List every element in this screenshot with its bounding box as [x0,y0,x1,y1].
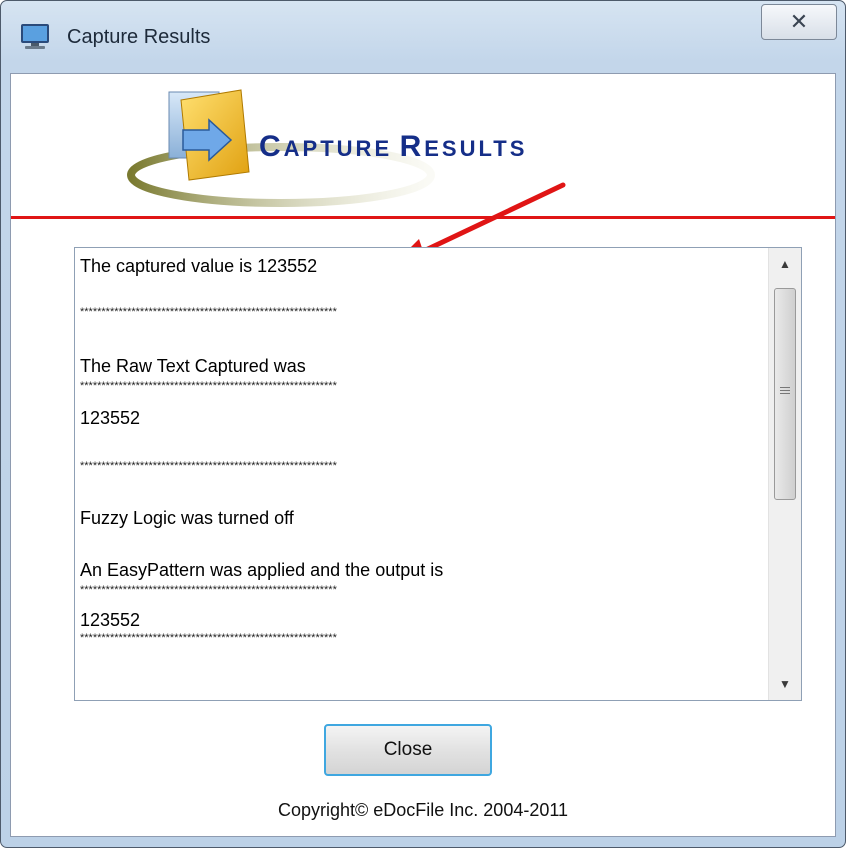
banner-title: CAPTURE RESULTS [259,130,528,163]
separator-line: ****************************************… [80,584,337,596]
copyright-text: Copyright© eDocFile Inc. 2004-2011 [277,800,569,820]
app-monitor-icon [21,24,49,49]
separator-line: ****************************************… [80,306,337,318]
result-line: 123552 [80,610,141,630]
separator-line: ****************************************… [80,632,337,644]
vertical-scrollbar[interactable]: ▲ ▼ [768,248,801,700]
result-line: 123552 [80,408,141,428]
grip-icon [780,387,790,397]
scroll-up-icon[interactable]: ▲ [769,248,801,280]
window-close-button[interactable]: ✕ [761,4,837,40]
window-title: Capture Results [67,26,211,48]
results-textbox[interactable]: The captured value is 123552 ***********… [74,247,802,701]
result-line: An EasyPattern was applied and the outpu… [80,560,444,580]
separator-line: ****************************************… [80,380,337,392]
capture-results-window: Capture Results ✕ CAPTURE RESULTS The ca… [0,0,846,848]
separator-line: ****************************************… [80,460,337,472]
result-line: Fuzzy Logic was turned off [80,508,294,528]
scrollbar-thumb[interactable] [774,288,796,500]
close-button[interactable]: Close [324,724,492,776]
dialog-body: CAPTURE RESULTS The captured value is 12… [10,73,836,837]
scroll-down-icon[interactable]: ▼ [769,668,801,700]
result-line: The captured value is 123552 [80,256,318,276]
title-bar[interactable]: Capture Results ✕ [1,1,845,73]
result-line: The Raw Text Captured was [80,356,306,376]
close-icon: ✕ [789,9,809,34]
